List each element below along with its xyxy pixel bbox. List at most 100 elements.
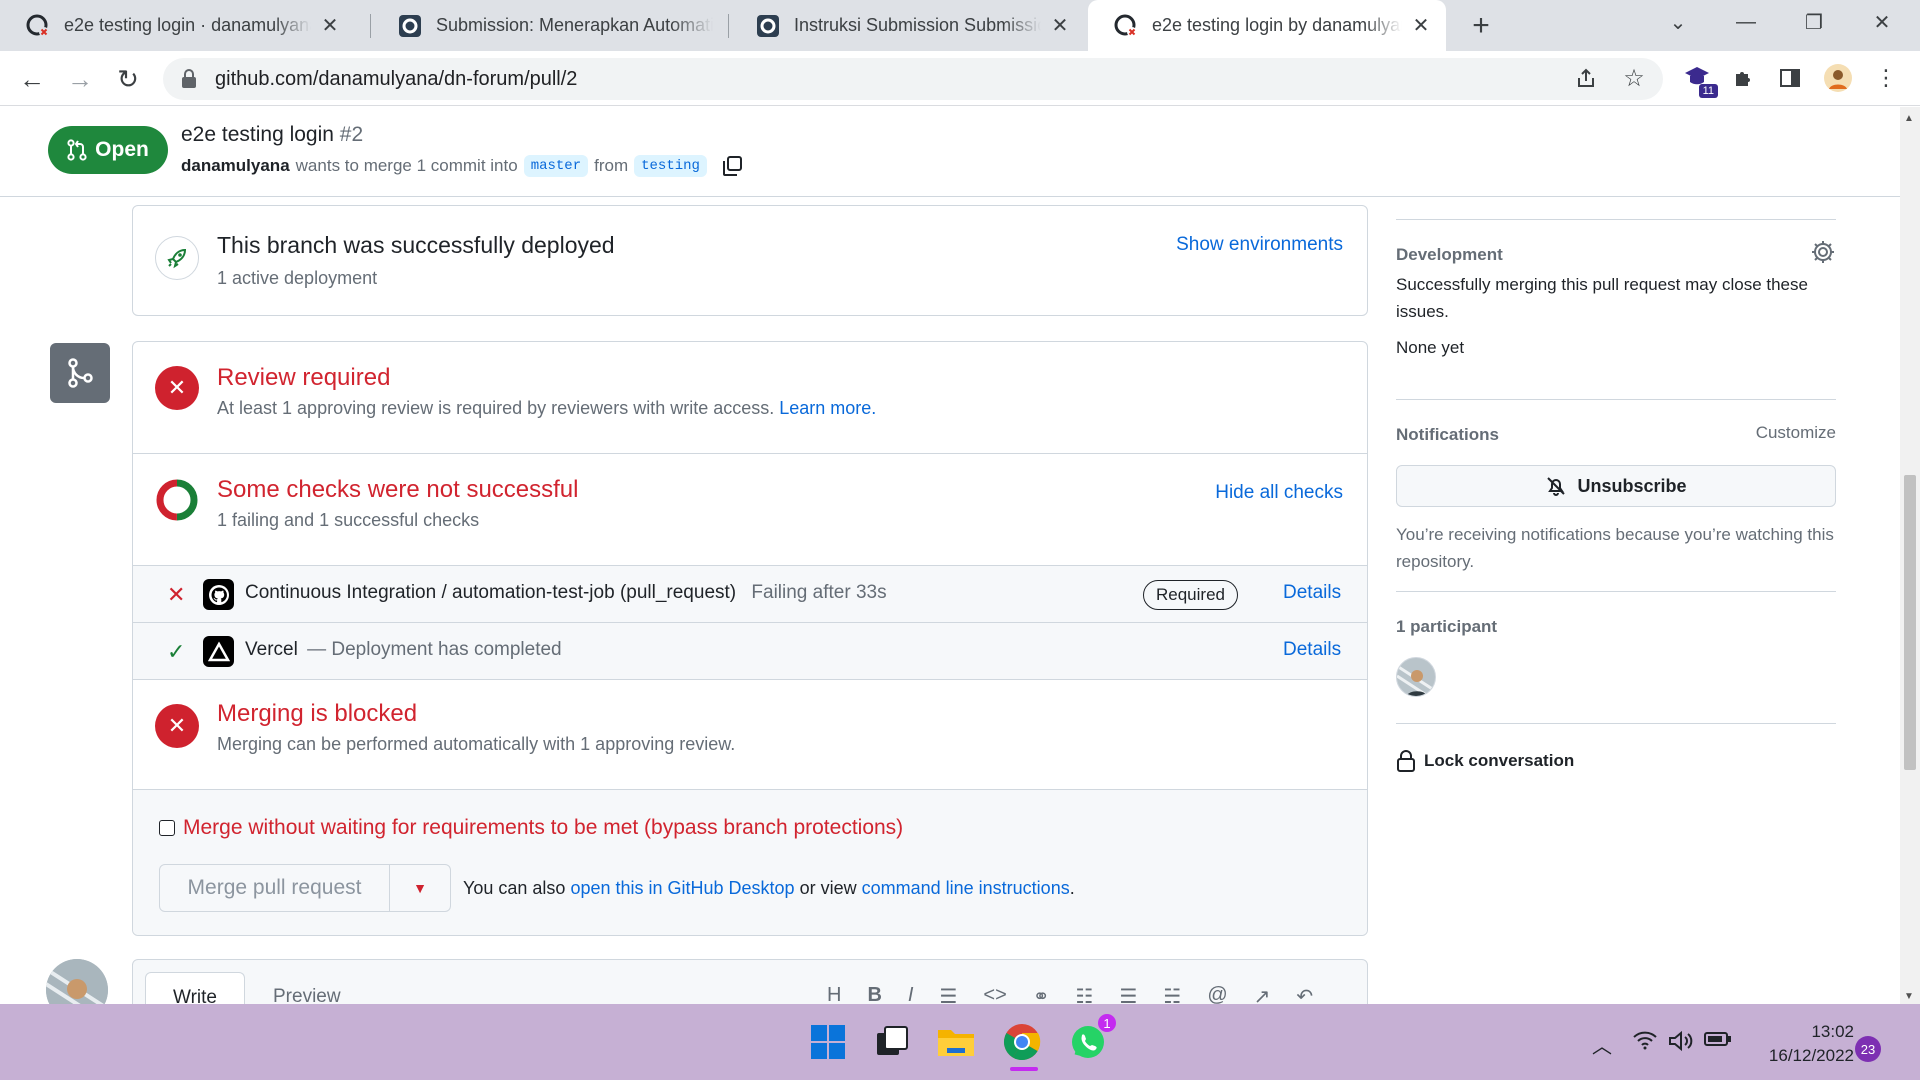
notifications-heading: Notifications [1396, 425, 1499, 444]
base-branch[interactable]: master [523, 155, 589, 177]
url-text: github.com/danamulyana/dn-forum/pull/2 [215, 67, 578, 90]
merging-blocked-section: ✕ Merging is blocked Merging can be perf… [133, 680, 1367, 790]
extensions-puzzle-icon[interactable] [1726, 60, 1762, 96]
notifications-text: You’re receiving notifications because y… [1396, 525, 1834, 571]
hide-all-checks-link[interactable]: Hide all checks [1215, 482, 1343, 504]
browser-tab-1[interactable]: e2e testing login · danamulyana/dn-forum… [0, 0, 355, 51]
pr-title-text: e2e testing login [181, 123, 334, 146]
address-bar[interactable]: github.com/danamulyana/dn-forum/pull/2 [163, 58, 1663, 100]
whatsapp-icon[interactable]: 1 [1064, 1012, 1118, 1066]
pr-sticky-header: Open e2e testing login #2 danamulyana wa… [0, 107, 1900, 197]
tab-search-chevron-icon[interactable]: ⌄ [1648, 0, 1708, 44]
close-icon[interactable]: ✕ [1049, 15, 1071, 37]
bookmark-star-icon[interactable]: ☆ [1616, 60, 1652, 96]
unsubscribe-button[interactable]: Unsubscribe [1396, 465, 1836, 507]
new-tab-plus-icon[interactable]: + [1463, 8, 1499, 44]
merge-pull-request-button[interactable]: Merge pull request [160, 865, 390, 911]
minimize-icon[interactable]: — [1716, 0, 1776, 44]
merge-dropdown-caret-icon[interactable]: ▼ [390, 865, 450, 911]
participant-avatar[interactable] [1396, 657, 1436, 697]
merge-alternatives-text: You can also open this in GitHub Desktop… [463, 878, 1075, 899]
check-name-vercel: Vercel — Deployment has completed [245, 639, 562, 661]
pull-request-icon [67, 139, 87, 161]
wifi-icon[interactable] [1632, 1030, 1658, 1056]
lock-conversation-button[interactable]: Lock conversation [1396, 747, 1574, 774]
windows-taskbar: 1 ︿ 13:02 16/12/2022 23 [0, 1004, 1920, 1080]
or-view-text: or view [799, 878, 857, 898]
sidebar-divider [1396, 723, 1836, 724]
pr-title: e2e testing login #2 [181, 123, 363, 147]
copy-icon[interactable] [721, 155, 743, 177]
volume-icon[interactable] [1668, 1030, 1694, 1058]
windows-start-icon[interactable] [804, 1018, 852, 1066]
bell-slash-icon [1547, 477, 1566, 496]
github-actions-icon [203, 579, 234, 610]
window-close-icon[interactable]: ✕ [1852, 0, 1912, 44]
review-required-text: At least 1 approving review is required … [217, 398, 876, 419]
scroll-down-arrow-icon[interactable]: ▼ [1904, 991, 1914, 1002]
whatsapp-badge: 1 [1096, 1012, 1118, 1034]
profile-avatar[interactable] [1820, 60, 1856, 96]
bypass-label[interactable]: Merge without waiting for requirements t… [183, 816, 903, 840]
tab-title: e2e testing login by danamulyana [1152, 15, 1402, 35]
pr-state-label: Open [95, 138, 149, 161]
sidebar-divider [1396, 591, 1836, 592]
merge-actions-area: Merge without waiting for requirements t… [133, 790, 1367, 935]
tab-title: e2e testing login · danamulyana/dn-forum [64, 15, 311, 35]
review-required-title: Review required [217, 364, 391, 391]
check-name-ci: Continuous Integration / automation-test… [245, 582, 887, 604]
scrollbar-thumb[interactable] [1904, 475, 1916, 770]
browser-tab-4[interactable]: e2e testing login by danamulyana ✕ [1088, 0, 1446, 51]
notification-count-badge[interactable]: 23 [1855, 1036, 1881, 1062]
checks-title: Some checks were not successful [217, 476, 579, 503]
pr-meta: danamulyana wants to merge 1 commit into… [181, 155, 743, 177]
page-scrollbar[interactable]: ▲ ▼ [1900, 107, 1920, 1010]
reload-icon[interactable]: ↻ [110, 61, 146, 97]
deploy-subtitle: 1 active deployment [217, 268, 378, 288]
gear-icon[interactable] [1810, 239, 1836, 265]
github-desktop-link[interactable]: open this in GitHub Desktop [570, 878, 794, 898]
browser-toolbar: ← → ↻ github.com/danamulyana/dn-forum/pu… [0, 51, 1920, 106]
side-panel-icon[interactable] [1772, 60, 1808, 96]
unsubscribe-label: Unsubscribe [1577, 475, 1687, 496]
share-icon[interactable] [1568, 60, 1604, 96]
file-explorer-icon[interactable] [932, 1018, 980, 1066]
deployment-card: This branch was successfully deployed 1 … [132, 205, 1368, 316]
browser-menu-icon[interactable]: ⋮ [1868, 60, 1904, 96]
pr-author-link[interactable]: danamulyana [181, 156, 290, 176]
chrome-icon[interactable] [998, 1018, 1046, 1066]
details-link-vercel[interactable]: Details [1283, 639, 1341, 661]
check-icon: ✓ [167, 639, 186, 664]
browser-tab-strip: e2e testing login · danamulyana/dn-forum… [0, 0, 1920, 51]
lock-conversation-label: Lock conversation [1424, 751, 1575, 770]
x-circle-icon: ✕ [155, 704, 199, 748]
restore-icon[interactable]: ❐ [1784, 0, 1844, 44]
browser-tab-2[interactable]: Submission: Menerapkan Automation [372, 0, 727, 51]
check-ci-title: Continuous Integration / automation-test… [245, 582, 737, 603]
check-ci-status: Failing after 33s [751, 582, 887, 603]
tab-separator [370, 14, 371, 38]
head-branch[interactable]: testing [634, 155, 707, 177]
merge-box: ✕ Review required At least 1 approving r… [132, 341, 1368, 936]
tray-chevron-up-icon[interactable]: ︿ [1592, 1030, 1612, 1059]
forward-arrow-icon[interactable]: → [62, 61, 98, 97]
show-environments-link[interactable]: Show environments [1176, 234, 1343, 256]
tab-separator [728, 14, 729, 38]
checks-donut-icon [155, 478, 199, 522]
battery-icon[interactable] [1704, 1030, 1732, 1054]
task-view-icon[interactable] [868, 1018, 916, 1066]
learn-more-link[interactable]: Learn more. [779, 398, 876, 418]
back-arrow-icon[interactable]: ← [14, 61, 50, 97]
github-error-icon [1114, 14, 1138, 38]
close-icon[interactable]: ✕ [319, 15, 341, 37]
browser-tab-3[interactable]: Instruksi Submission Submission ✕ [730, 0, 1085, 51]
details-link-ci[interactable]: Details [1283, 582, 1341, 604]
system-clock[interactable]: 13:02 16/12/2022 [1756, 1020, 1854, 1068]
scroll-up-arrow-icon[interactable]: ▲ [1904, 113, 1914, 124]
extension-grad-cap-icon[interactable]: 11 [1680, 60, 1718, 98]
command-line-link[interactable]: command line instructions [862, 878, 1070, 898]
bypass-checkbox[interactable] [159, 820, 175, 836]
customize-link[interactable]: Customize [1756, 419, 1836, 446]
user-avatar[interactable] [46, 959, 108, 1010]
close-icon[interactable]: ✕ [1410, 15, 1432, 37]
